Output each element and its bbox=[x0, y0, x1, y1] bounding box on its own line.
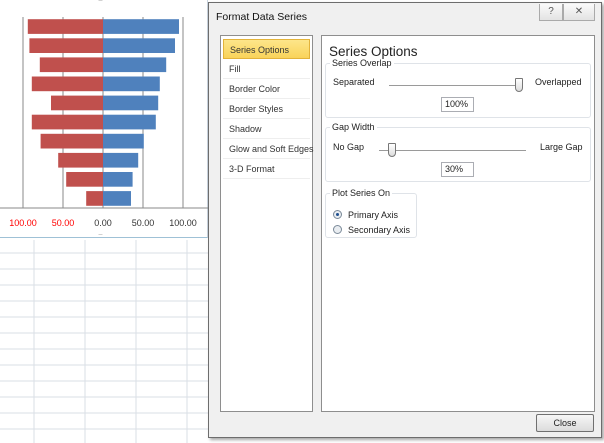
bar bbox=[31, 114, 103, 130]
nav-fill[interactable]: Fill bbox=[223, 59, 310, 79]
help-icon: ? bbox=[548, 6, 554, 17]
bar bbox=[58, 152, 103, 168]
resize-handle-bottom[interactable]: ···· bbox=[98, 232, 103, 238]
chart-area[interactable]: ···· 100.00 50.00 0.00 50.00 100.00 ···· bbox=[0, 0, 208, 238]
series-overlap-slider[interactable] bbox=[389, 85, 519, 86]
bar bbox=[29, 38, 103, 53]
bar bbox=[39, 57, 103, 73]
secondary-axis-radio[interactable] bbox=[333, 225, 342, 234]
gap-width-slider-thumb[interactable] bbox=[387, 143, 396, 157]
nav-series-options[interactable]: Series Options bbox=[223, 39, 310, 59]
bar bbox=[103, 95, 159, 111]
x-tick-label: 0.00 bbox=[94, 218, 112, 228]
bar bbox=[103, 191, 131, 206]
series-overlap-slider-thumb[interactable] bbox=[515, 78, 523, 92]
help-button[interactable]: ? bbox=[539, 4, 563, 21]
bar bbox=[103, 133, 144, 149]
primary-axis-radio[interactable] bbox=[333, 210, 342, 219]
x-tick-label: 100.00 bbox=[9, 218, 37, 228]
bar bbox=[103, 172, 133, 187]
nav-3d-format[interactable]: 3-D Format bbox=[223, 159, 310, 179]
secondary-axis-label[interactable]: Secondary Axis bbox=[348, 225, 410, 235]
resize-handle-top[interactable]: ···· bbox=[98, 0, 103, 4]
format-data-series-dialog: Format Data Series ? ✕ Series Options Fi… bbox=[208, 2, 602, 438]
separated-label: Separated bbox=[333, 77, 375, 87]
gap-width-input[interactable]: 30% bbox=[441, 162, 474, 177]
close-window-button[interactable]: ✕ bbox=[563, 4, 595, 21]
bar bbox=[66, 172, 103, 187]
series-overlap-label: Series Overlap bbox=[332, 58, 392, 68]
close-button[interactable]: Close bbox=[536, 414, 594, 432]
bar bbox=[103, 38, 175, 53]
spreadsheet: ···· 100.00 50.00 0.00 50.00 100.00 ···· bbox=[0, 0, 210, 443]
gap-width-label: Gap Width bbox=[332, 122, 375, 132]
gap-width-slider[interactable] bbox=[379, 150, 526, 151]
bar bbox=[103, 19, 179, 34]
dialog-title: Format Data Series bbox=[216, 11, 308, 23]
x-tick-label: 50.00 bbox=[52, 218, 75, 228]
no-gap-label: No Gap bbox=[333, 142, 365, 152]
cell-grid[interactable] bbox=[0, 240, 208, 443]
bar bbox=[27, 19, 103, 34]
bar bbox=[40, 133, 103, 149]
bar bbox=[86, 191, 103, 206]
nav-shadow[interactable]: Shadow bbox=[223, 119, 310, 139]
category-list: Series Options Fill Border Color Border … bbox=[220, 35, 314, 412]
bar bbox=[103, 57, 167, 73]
series-overlap-input[interactable]: 100% bbox=[441, 97, 474, 112]
plot-series-on-label: Plot Series On bbox=[332, 188, 391, 198]
bar bbox=[31, 76, 103, 92]
close-icon: ✕ bbox=[574, 6, 584, 17]
x-tick-label: 50.00 bbox=[132, 218, 155, 228]
options-panel: Series Options Series Overlap Separated … bbox=[321, 35, 595, 412]
bar bbox=[103, 114, 156, 130]
nav-glow-soft-edges[interactable]: Glow and Soft Edges bbox=[223, 139, 314, 159]
bar-chart: 100.00 50.00 0.00 50.00 100.00 bbox=[0, 17, 208, 228]
bar bbox=[51, 95, 103, 111]
large-gap-label: Large Gap bbox=[540, 142, 583, 152]
bar bbox=[103, 76, 160, 92]
primary-axis-label[interactable]: Primary Axis bbox=[348, 210, 398, 220]
nav-border-color[interactable]: Border Color bbox=[223, 79, 310, 99]
x-tick-label: 100.00 bbox=[169, 218, 197, 228]
panel-title: Series Options bbox=[329, 44, 418, 59]
nav-border-styles[interactable]: Border Styles bbox=[223, 99, 310, 119]
overlapped-label: Overlapped bbox=[535, 77, 582, 87]
bar bbox=[103, 152, 139, 168]
